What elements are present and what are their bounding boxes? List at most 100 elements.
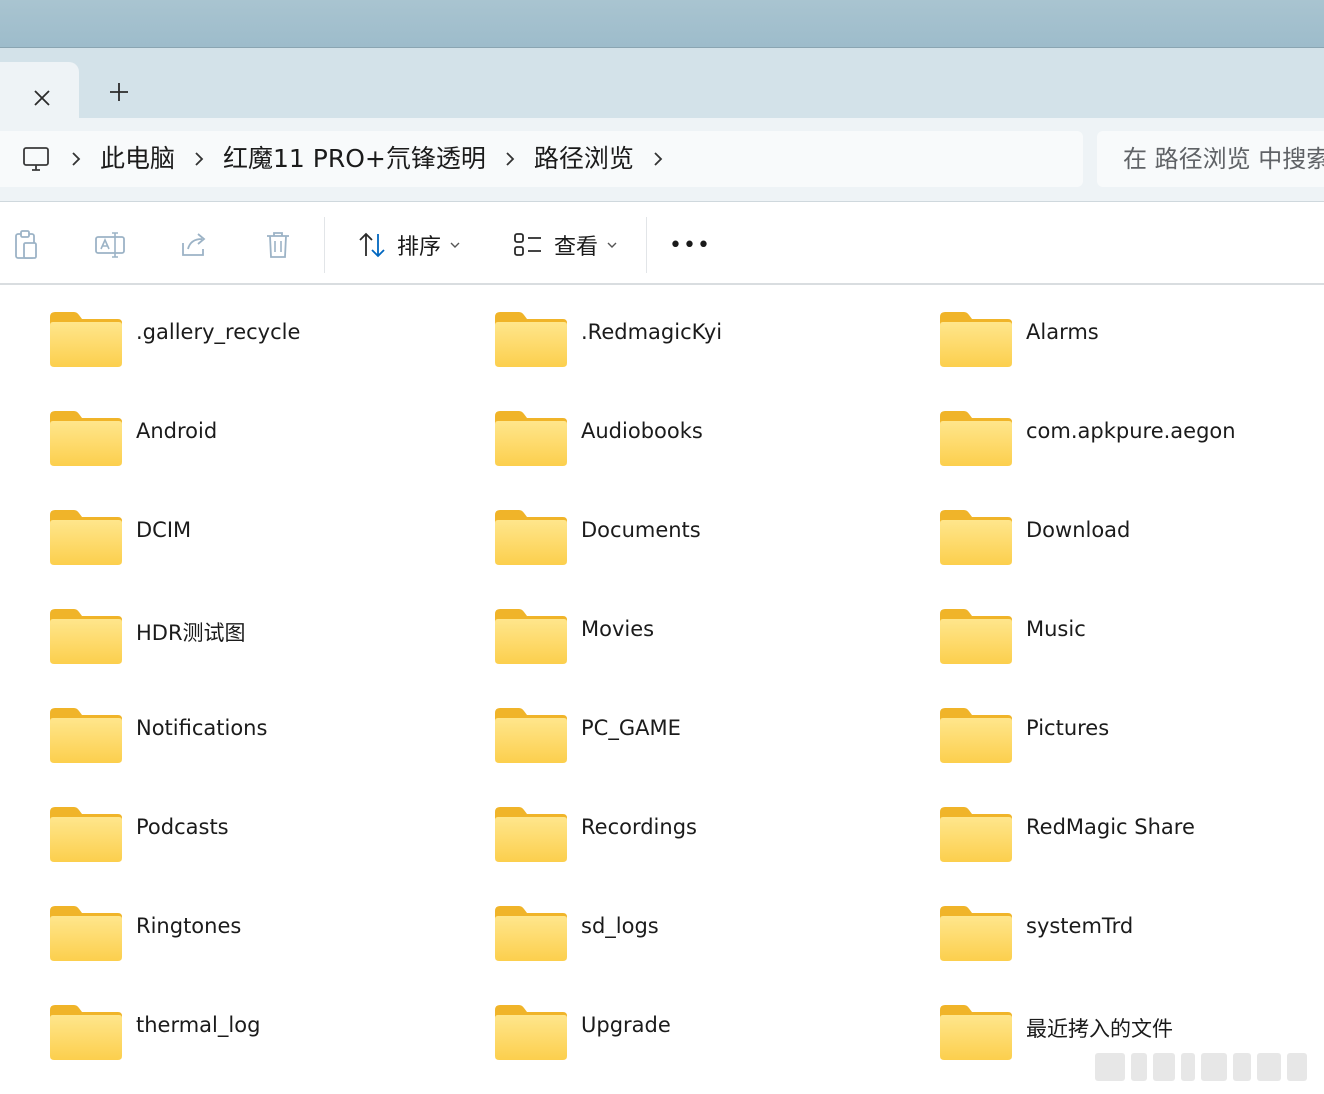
close-tab-button[interactable]	[22, 78, 62, 118]
folder-icon	[50, 411, 122, 466]
folder-name: Podcasts	[136, 815, 229, 839]
address-row: 此电脑 红魔11 PRO+氘锋透明 路径浏览	[0, 118, 1324, 202]
folder-name: Recordings	[581, 815, 697, 839]
folder-item[interactable]: Android	[48, 408, 478, 472]
folder-name: Download	[1026, 518, 1131, 542]
folder-icon	[940, 708, 1012, 763]
sort-button[interactable]: 排序	[350, 223, 468, 267]
folder-name: Alarms	[1026, 320, 1099, 344]
sort-label: 排序	[396, 235, 441, 260]
toolbar-divider	[646, 217, 647, 273]
desktop-background-strip	[0, 0, 1324, 48]
folder-item[interactable]: Movies	[493, 606, 923, 670]
folder-name: thermal_log	[136, 1013, 261, 1037]
folder-item[interactable]: .gallery_recycle	[48, 309, 478, 373]
rename-button[interactable]	[88, 223, 132, 267]
folder-icon	[940, 510, 1012, 565]
folder-name: HDR测试图	[136, 621, 246, 645]
folder-icon	[50, 906, 122, 961]
folder-item[interactable]: HDR测试图	[48, 606, 478, 670]
search-input[interactable]	[1123, 145, 1324, 173]
folder-icon	[50, 312, 122, 367]
command-toolbar: 排序 查看 •••	[0, 203, 1324, 285]
folder-item[interactable]: Alarms	[938, 309, 1324, 373]
folder-icon	[495, 906, 567, 961]
folder-item[interactable]: systemTrd	[938, 903, 1324, 967]
folder-item[interactable]: Recordings	[493, 804, 923, 868]
folder-name: Documents	[581, 518, 701, 542]
folder-item[interactable]: Music	[938, 606, 1324, 670]
folder-item[interactable]: Pictures	[938, 705, 1324, 769]
folder-item[interactable]: Notifications	[48, 705, 478, 769]
folder-name: Pictures	[1026, 716, 1110, 740]
folder-icon	[495, 312, 567, 367]
folder-item[interactable]: sd_logs	[493, 903, 923, 967]
breadcrumb-separator[interactable]	[492, 139, 528, 179]
folder-name: sd_logs	[581, 914, 659, 938]
clipboard-icon	[15, 230, 37, 259]
folder-item[interactable]: .RedmagicKyi	[493, 309, 923, 373]
search-box[interactable]	[1097, 131, 1324, 187]
folder-icon	[495, 609, 567, 664]
folder-item[interactable]: Upgrade	[493, 1002, 923, 1066]
folder-name: Android	[136, 419, 218, 443]
folder-icon	[940, 807, 1012, 862]
folder-item[interactable]: Ringtones	[48, 903, 478, 967]
folder-name: RedMagic Share	[1026, 815, 1195, 839]
tab-bar	[0, 48, 1324, 122]
folder-name: PC_GAME	[581, 716, 681, 740]
folder-item[interactable]: com.apkpure.aegon	[938, 408, 1324, 472]
folder-item[interactable]: Download	[938, 507, 1324, 571]
folder-name: Ringtones	[136, 914, 242, 938]
close-icon	[34, 90, 50, 106]
breadcrumb-item-this-pc[interactable]: 此电脑	[94, 139, 181, 179]
chevron-right-icon	[654, 152, 663, 166]
paste-button[interactable]	[4, 223, 48, 267]
file-list: .gallery_recycle .RedmagicKyi Alarms Androi…	[0, 287, 1324, 1094]
folder-name: Notifications	[136, 716, 268, 740]
plus-icon	[110, 83, 128, 101]
folder-icon	[50, 807, 122, 862]
folder-icon	[495, 807, 567, 862]
share-icon	[182, 233, 206, 256]
view-button[interactable]: 查看	[506, 223, 624, 267]
monitor-icon	[23, 147, 49, 171]
delete-button[interactable]	[256, 223, 300, 267]
breadcrumb-separator[interactable]	[181, 139, 217, 179]
view-list-icon	[514, 233, 541, 256]
folder-item[interactable]: Podcasts	[48, 804, 478, 868]
watermark	[1095, 1050, 1315, 1084]
chevron-down-icon	[450, 242, 460, 248]
folder-item[interactable]: DCIM	[48, 507, 478, 571]
folder-icon	[940, 1005, 1012, 1060]
active-tab[interactable]	[0, 62, 79, 122]
folder-icon	[940, 906, 1012, 961]
folder-name: Audiobooks	[581, 419, 703, 443]
rename-icon	[95, 232, 125, 258]
folder-item[interactable]: Audiobooks	[493, 408, 923, 472]
share-button[interactable]	[172, 223, 216, 267]
breadcrumb-item-current[interactable]: 路径浏览	[528, 139, 640, 179]
folder-name: systemTrd	[1026, 914, 1134, 938]
folder-name: Music	[1026, 617, 1086, 641]
folder-icon	[50, 510, 122, 565]
folder-icon	[495, 708, 567, 763]
folder-icon	[940, 312, 1012, 367]
folder-item[interactable]: thermal_log	[48, 1002, 478, 1066]
new-tab-button[interactable]	[98, 72, 140, 112]
folder-item[interactable]: RedMagic Share	[938, 804, 1324, 868]
chevron-right-icon	[506, 152, 515, 166]
folder-name: com.apkpure.aegon	[1026, 419, 1236, 443]
folder-item[interactable]: PC_GAME	[493, 705, 923, 769]
more-options-button[interactable]: •••	[668, 223, 712, 267]
folder-icon	[940, 411, 1012, 466]
breadcrumb-separator[interactable]	[58, 139, 94, 179]
this-pc-icon[interactable]	[14, 137, 58, 181]
folder-icon	[50, 1005, 122, 1060]
folder-item[interactable]: Documents	[493, 507, 923, 571]
breadcrumb-item-device[interactable]: 红魔11 PRO+氘锋透明	[217, 139, 492, 179]
address-bar[interactable]: 此电脑 红魔11 PRO+氘锋透明 路径浏览	[0, 131, 1083, 187]
folder-icon	[495, 510, 567, 565]
folder-name: .RedmagicKyi	[581, 320, 723, 344]
breadcrumb-separator[interactable]	[640, 139, 676, 179]
